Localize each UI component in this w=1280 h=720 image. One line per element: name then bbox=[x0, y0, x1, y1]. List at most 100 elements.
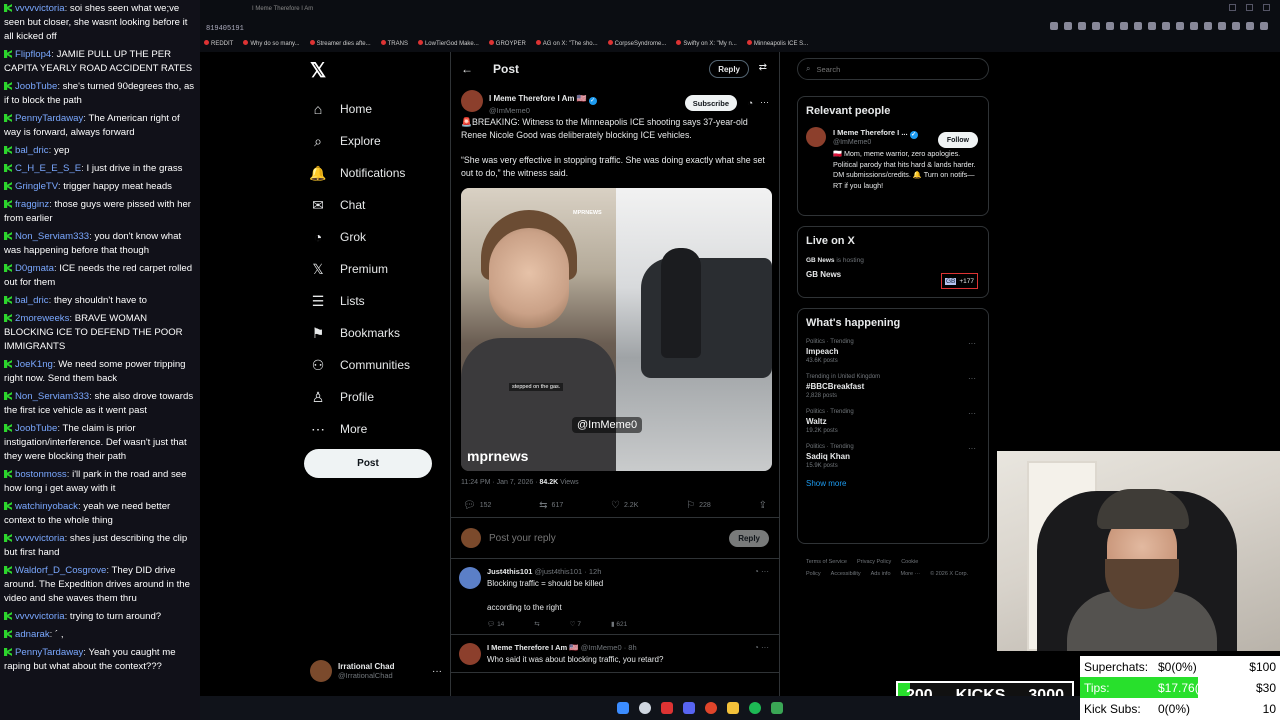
header-reply-button[interactable]: Reply bbox=[709, 60, 749, 78]
bookmark-item[interactable]: REDDIT bbox=[204, 40, 233, 52]
trend-item[interactable]: Politics · Trending Sadiq Khan 15.9K posts… bbox=[806, 444, 980, 469]
author-handle[interactable]: @ImMeme0 bbox=[489, 106, 597, 115]
share-action[interactable]: ⇪ bbox=[759, 500, 767, 511]
bookmark-action[interactable]: ⚐ 228 bbox=[686, 500, 711, 511]
live-listeners[interactable]: GB +177 bbox=[940, 273, 978, 289]
account-switcher[interactable]: Irrational Chad @IrrationalChad ··· bbox=[310, 660, 442, 682]
settings-icon[interactable]: ⇄ bbox=[759, 62, 767, 73]
nav-item-premium[interactable]: 𝕏 Premium bbox=[300, 253, 440, 285]
grok-icon[interactable]: ◔ bbox=[754, 643, 761, 652]
more-icon[interactable]: ··· bbox=[968, 374, 976, 383]
extension-icon[interactable] bbox=[1148, 22, 1156, 30]
extension-icon[interactable] bbox=[1246, 22, 1254, 30]
footer-link[interactable]: More ··· bbox=[901, 571, 921, 577]
chat-username[interactable]: bal_dric bbox=[15, 295, 49, 306]
chat-username[interactable]: D0gmata bbox=[15, 263, 54, 274]
chat-username[interactable]: Non_Serviam333 bbox=[15, 231, 89, 242]
extension-icon[interactable] bbox=[1092, 22, 1100, 30]
tweet-video[interactable]: MPRNEWS stepped on the gas. @ImMeme0 mpr… bbox=[461, 188, 772, 471]
subscribe-button[interactable]: Subscribe bbox=[684, 95, 737, 111]
close-icon[interactable] bbox=[1263, 4, 1270, 11]
bookmark-item[interactable]: Swifty on X: "My n... bbox=[676, 40, 737, 52]
more-icon[interactable]: ··· bbox=[761, 567, 769, 576]
author-avatar[interactable] bbox=[461, 90, 483, 112]
reply-button[interactable]: Reply bbox=[729, 530, 769, 547]
discord-icon[interactable] bbox=[683, 702, 695, 714]
nav-item-more[interactable]: ⋯ More bbox=[300, 413, 440, 445]
nav-item-explore[interactable]: ⌕ Explore bbox=[300, 125, 440, 157]
footer-link[interactable]: Ads info bbox=[871, 571, 891, 577]
chat-username[interactable]: adnarak bbox=[15, 629, 50, 640]
avatar[interactable] bbox=[806, 127, 826, 147]
reply-action[interactable]: 💬︎ 14 bbox=[487, 620, 504, 628]
trend-item[interactable]: Politics · Trending Waltz 19.2K posts ··· bbox=[806, 409, 980, 434]
nav-item-grok[interactable]: ◔ Grok bbox=[300, 221, 440, 253]
chat-username[interactable]: JoeK1ng bbox=[15, 359, 53, 370]
extension-icon[interactable] bbox=[1120, 22, 1128, 30]
x-logo-icon[interactable]: 𝕏 bbox=[310, 58, 440, 83]
extension-icon[interactable] bbox=[1176, 22, 1184, 30]
search-icon[interactable] bbox=[639, 702, 651, 714]
chat-username[interactable]: GringleTV bbox=[15, 181, 58, 192]
grok-icon[interactable]: ◔ bbox=[754, 567, 761, 576]
grok-icon[interactable]: ◔ bbox=[748, 98, 753, 108]
chat-username[interactable]: 2moreweeks bbox=[15, 313, 69, 324]
bookmark-item[interactable]: Streamer dies afte... bbox=[309, 40, 371, 52]
bookmark-item[interactable]: TRANS bbox=[380, 40, 408, 52]
bookmark-item[interactable]: Minneapolis ICE S... bbox=[746, 40, 808, 52]
search-bar[interactable]: ⌕ bbox=[797, 58, 989, 80]
bookmark-item[interactable]: LowTierGod Make... bbox=[417, 40, 479, 52]
bookmark-item[interactable]: Why do so many... bbox=[243, 40, 300, 52]
trend-item[interactable]: Politics · Trending Impeach 43.6K posts ··· bbox=[806, 339, 980, 364]
extension-icon[interactable] bbox=[1232, 22, 1240, 30]
chat-username[interactable]: bal_dric bbox=[15, 145, 49, 156]
trend-item[interactable]: Trending in United Kingdom #BBCBreakfast 2… bbox=[806, 374, 980, 399]
more-icon[interactable]: ··· bbox=[968, 444, 976, 453]
reply-author-name[interactable]: Just4this101 bbox=[487, 567, 532, 576]
author-name[interactable]: I Meme Therefore I Am 🇺🇸 bbox=[489, 94, 587, 103]
footer-link[interactable]: Terms of Service bbox=[806, 559, 847, 565]
extension-icon[interactable] bbox=[1190, 22, 1198, 30]
extension-icon[interactable] bbox=[1134, 22, 1142, 30]
back-arrow-icon[interactable]: ← bbox=[461, 62, 473, 76]
reply-action[interactable]: ▮ 621 bbox=[611, 620, 627, 628]
extension-icon[interactable] bbox=[1204, 22, 1212, 30]
nav-item-home[interactable]: ⌂ Home bbox=[300, 93, 440, 125]
folder-icon[interactable] bbox=[727, 702, 739, 714]
nav-item-chat[interactable]: ✉ Chat bbox=[300, 189, 440, 221]
reply-action[interactable]: ♡ 7 bbox=[570, 620, 581, 628]
app-icon[interactable] bbox=[661, 702, 673, 714]
nav-item-notifications[interactable]: 🔔 Notifications bbox=[300, 157, 440, 189]
post-button[interactable]: Post bbox=[304, 449, 432, 478]
bookmark-item[interactable]: AG on X: "The sho... bbox=[535, 40, 598, 52]
reply-action[interactable]: 💬︎ 152 bbox=[463, 500, 491, 511]
bookmark-item[interactable]: GROYPER bbox=[488, 40, 526, 52]
chat-username[interactable]: C_H_E_E_S_E bbox=[15, 163, 81, 174]
reply-input[interactable] bbox=[489, 532, 689, 544]
app-icon[interactable] bbox=[771, 702, 783, 714]
chat-username[interactable]: watchinyoback bbox=[15, 501, 78, 512]
avatar[interactable] bbox=[459, 567, 481, 589]
reply-author-handle[interactable]: @ImMeme0 · 8h bbox=[581, 643, 637, 652]
chat-username[interactable]: vvvvvictoria bbox=[15, 3, 65, 14]
extension-icon[interactable] bbox=[1218, 22, 1226, 30]
spotify-icon[interactable] bbox=[749, 702, 761, 714]
live-host[interactable]: GB News bbox=[806, 257, 835, 264]
chat-username[interactable]: PennyTardaway bbox=[15, 113, 83, 124]
extension-icon[interactable] bbox=[1050, 22, 1058, 30]
nav-item-bookmarks[interactable]: ⚑ Bookmarks bbox=[300, 317, 440, 349]
more-icon[interactable]: ··· bbox=[968, 409, 976, 418]
reply-action[interactable]: ⇆ bbox=[534, 620, 539, 628]
chat-username[interactable]: Waldorf_D_Cosgrove bbox=[15, 565, 106, 576]
chat-username[interactable]: vvvvvictoria bbox=[15, 611, 65, 622]
minimize-icon[interactable] bbox=[1229, 4, 1236, 11]
more-icon[interactable]: ··· bbox=[968, 339, 976, 348]
maximize-icon[interactable] bbox=[1246, 4, 1253, 11]
avatar[interactable] bbox=[459, 643, 481, 665]
chat-username[interactable]: JoobTube bbox=[15, 81, 57, 92]
reply-tweet[interactable]: Just4this101 @just4this101 · 12h Blocking… bbox=[451, 559, 779, 635]
more-icon[interactable]: ··· bbox=[761, 643, 769, 652]
chat-username[interactable]: bostonmoss bbox=[15, 469, 67, 480]
extension-icon[interactable] bbox=[1106, 22, 1114, 30]
start-icon[interactable] bbox=[617, 702, 629, 714]
